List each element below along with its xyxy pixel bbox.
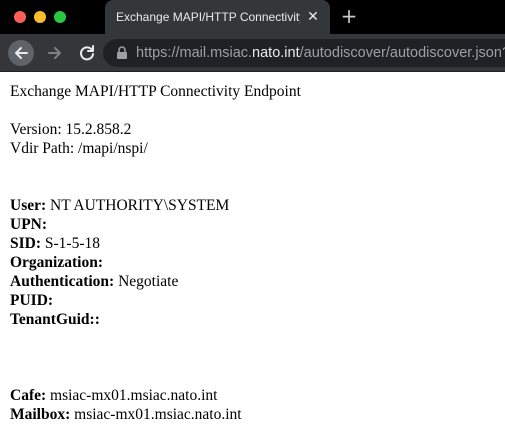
url-scheme: https:// xyxy=(136,45,180,61)
identity-row-user: User: NT AUTHORITY\SYSTEM xyxy=(10,196,500,215)
version-line: Version: 15.2.858.2 xyxy=(10,121,132,138)
field-value: msiac-mx01.msiac.nato.int xyxy=(70,406,242,423)
field-value: msiac-mx01.msiac.nato.int xyxy=(46,387,218,404)
url-path: /autodiscover/autodiscover.json? xyxy=(299,45,505,61)
field-label: User: xyxy=(10,197,47,214)
field-label: PUID: xyxy=(10,292,54,309)
field-label: Organization: xyxy=(10,254,103,271)
browser-tab[interactable]: Exchange MAPI/HTTP Connectivity ✕ xyxy=(105,0,330,34)
field-value: S-1-5-18 xyxy=(41,235,100,252)
window-minimize-button[interactable] xyxy=(34,11,46,23)
url-subdomain: mail.msiac. xyxy=(179,45,253,61)
page-heading: Exchange MAPI/HTTP Connectivity Endpoint xyxy=(10,83,301,100)
window-close-button[interactable] xyxy=(14,11,26,23)
reload-icon xyxy=(80,45,94,61)
field-label: Authentication: xyxy=(10,273,115,290)
identity-row-authentication: Authentication: Negotiate xyxy=(10,272,500,291)
new-tab-icon[interactable]: + xyxy=(338,5,360,27)
field-label: SID: xyxy=(10,235,42,252)
identity-row-puid: PUID: xyxy=(10,291,500,310)
reload-button[interactable] xyxy=(74,40,100,66)
arrow-left-icon xyxy=(15,47,28,59)
address-bar[interactable]: https://mail.msiac.nato.int/autodiscover… xyxy=(103,39,505,67)
browser-title-bar: Exchange MAPI/HTTP Connectivity ✕ + xyxy=(0,0,505,34)
forward-button[interactable] xyxy=(42,40,68,66)
lock-icon xyxy=(117,46,127,59)
identity-row-tenantguid: TenantGuid:: xyxy=(10,310,500,329)
field-value: Negotiate xyxy=(114,273,179,290)
vdir-line: Vdir Path: /mapi/nspi/ xyxy=(10,140,148,157)
tab-close-icon[interactable]: ✕ xyxy=(305,9,321,25)
page-content: Exchange MAPI/HTTP Connectivity Endpoint… xyxy=(10,82,500,424)
window-maximize-button[interactable] xyxy=(54,11,66,23)
identity-row-sid: SID: S-1-5-18 xyxy=(10,234,500,253)
identity-row-organization: Organization: xyxy=(10,253,500,272)
url-host: nato.int xyxy=(252,45,300,61)
arrow-right-icon xyxy=(48,47,61,59)
field-label: Cafe: xyxy=(10,387,47,404)
field-label: TenantGuid:: xyxy=(10,311,100,328)
field-value: NT AUTHORITY\SYSTEM xyxy=(46,197,230,214)
tab-title: Exchange MAPI/HTTP Connectivity xyxy=(116,10,300,24)
server-row-cafe: Cafe: msiac-mx01.msiac.nato.int xyxy=(10,386,500,405)
url-text: https://mail.msiac.nato.int/autodiscover… xyxy=(136,45,505,61)
browser-toolbar: https://mail.msiac.nato.int/autodiscover… xyxy=(0,34,505,72)
server-row-mailbox: Mailbox: msiac-mx01.msiac.nato.int xyxy=(10,405,500,424)
identity-row-upn: UPN: xyxy=(10,215,500,234)
back-button[interactable] xyxy=(8,40,34,66)
field-label: Mailbox: xyxy=(10,406,71,423)
field-label: UPN: xyxy=(10,216,48,233)
